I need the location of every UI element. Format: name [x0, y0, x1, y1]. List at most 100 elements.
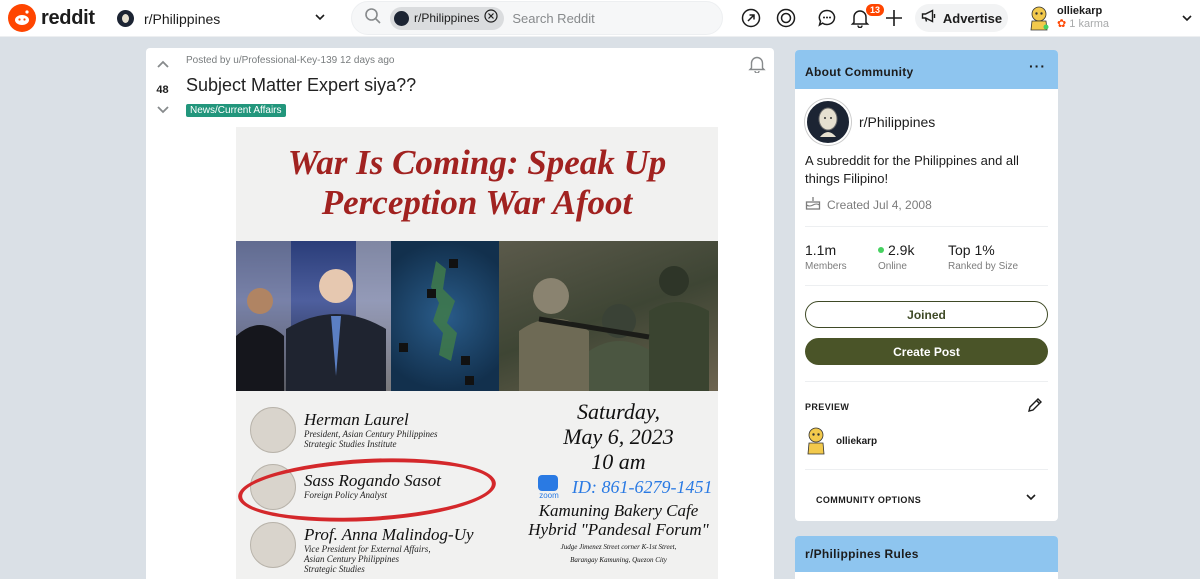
members-label: Members [805, 261, 847, 272]
speaker-role: Strategic Studies Institute [304, 439, 397, 449]
speaker-name: Prof. Anna Malindog-Uy [304, 525, 474, 544]
community-dropdown-label: r/Philippines [144, 10, 221, 27]
divider [805, 469, 1048, 470]
search-chip-label: r/Philippines [414, 11, 480, 25]
poster-venue: Kamuning Bakery Cafe Hybrid "Pandesal Fo… [526, 501, 711, 565]
chevron-down-icon [1024, 490, 1038, 509]
speaker-role: President, Asian Century Philippines [304, 429, 438, 439]
rules-header: r/Philippines Rules [795, 536, 1058, 572]
search-bar[interactable]: r/Philippines Search Reddit [351, 1, 723, 35]
user-karma-text: 1 karma [1069, 18, 1110, 30]
community-dropdown[interactable]: r/Philippines [110, 4, 335, 33]
top-nav-bar: reddit r/Philippines r/Philippines Searc… [0, 0, 1200, 37]
search-community-chip[interactable]: r/Philippines [390, 6, 505, 30]
speaker-role: Strategic Studies [304, 564, 365, 574]
rank-stat: Top 1% Ranked by Size [948, 242, 1018, 272]
cake-icon [805, 196, 821, 213]
poster-speaker-3: Prof. Anna Malindog-Uy Vice President fo… [250, 522, 474, 574]
poster-photo-leaders [236, 241, 391, 391]
chat-icon[interactable] [817, 8, 837, 28]
post-card: 48 Posted by u/Professional-Key-139 12 d… [146, 48, 774, 579]
online-dot-icon [878, 247, 884, 253]
poster-venue-event: Hybrid "Pandesal Forum" [528, 520, 709, 539]
advertise-button[interactable]: Advertise [915, 4, 1008, 32]
speaker-photo [250, 407, 296, 453]
joined-button[interactable]: Joined [805, 301, 1048, 328]
members-value: 1.1m [805, 242, 837, 258]
poster-date: Saturday, May 6, 2023 10 am [526, 399, 711, 474]
poster-zoom-line: zoom ID: 861-6279-1451 [538, 475, 712, 500]
upvote-arrow-icon[interactable] [155, 58, 171, 79]
poster-headline: War Is Coming: Speak Up Perception War A… [236, 143, 718, 223]
create-post-plus-icon[interactable] [884, 8, 904, 28]
poster-headline-line-2: Perception War Afoot [321, 183, 633, 222]
poster-venue-address: Judge Jimenez Street corner K-1st Street… [560, 543, 677, 551]
rank-label: Ranked by Size [948, 261, 1019, 272]
about-community-header: About Community ··· [795, 50, 1058, 89]
poster-venue-name: Kamuning Bakery Cafe [538, 501, 699, 520]
online-label: Online [878, 261, 907, 272]
poster-date-time: 10 am [591, 449, 646, 474]
post-flair[interactable]: News/Current Affairs [186, 104, 286, 117]
community-identity[interactable]: r/Philippines [805, 99, 935, 145]
members-stat: 1.1m Members [805, 242, 847, 272]
divider [805, 381, 1048, 382]
downvote-arrow-icon[interactable] [155, 101, 171, 122]
community-created-date: Created Jul 4, 2008 [827, 197, 932, 212]
chevron-down-icon [313, 10, 327, 29]
zoom-camera-icon: zoom [538, 475, 560, 500]
user-name: olliekarp [1057, 5, 1103, 17]
popular-arrow-icon[interactable] [741, 8, 761, 28]
karma-flower-icon: ✿ [1057, 18, 1067, 30]
notification-count-badge: 13 [865, 3, 886, 17]
user-avatar [1028, 5, 1050, 31]
megaphone-icon [921, 8, 937, 28]
post-meta: Posted by u/Professional-Key-139 12 days… [186, 55, 395, 66]
rank-value: Top 1% [948, 242, 995, 258]
reddit-wordmark: reddit [41, 6, 95, 29]
community-avatar [805, 99, 851, 145]
online-value: 2.9k [888, 242, 915, 258]
preview-label: PREVIEW [805, 402, 850, 412]
poster-zoom-id: ID: 861-6279-1451 [572, 477, 713, 497]
search-input[interactable]: Search Reddit [512, 11, 594, 26]
divider [805, 226, 1048, 227]
reddit-logo-icon [8, 4, 36, 32]
community-icon [394, 10, 409, 26]
community-created: Created Jul 4, 2008 [805, 196, 932, 213]
speaker-role: Asian Century Philippines [304, 554, 399, 564]
online-stat: 2.9k Online [878, 242, 914, 272]
clear-chip-icon[interactable] [484, 8, 498, 28]
community-options-toggle[interactable]: COMMUNITY OPTIONS [816, 490, 1038, 509]
coins-icon[interactable] [776, 8, 796, 28]
poster-photo-collage [236, 241, 718, 391]
zoom-label: zoom [539, 491, 559, 500]
community-icon [117, 10, 134, 27]
preview-user: olliekarp [805, 425, 877, 458]
community-rules-card: r/Philippines Rules [795, 536, 1058, 579]
poster-speaker-1: Herman Laurel President, Asian Century P… [250, 407, 438, 453]
divider [805, 285, 1048, 286]
community-description: A subreddit for the Philippines and all … [805, 153, 1019, 186]
community-name: r/Philippines [859, 114, 936, 130]
speaker-photo [250, 522, 296, 568]
post-image[interactable]: War Is Coming: Speak Up Perception War A… [236, 127, 718, 579]
about-community-title: About Community [805, 65, 914, 79]
user-karma: ✿ 1 karma [1057, 18, 1109, 31]
vote-column: 48 [146, 48, 179, 122]
speaker-role: Vice President for External Affairs, [304, 544, 431, 554]
pencil-edit-icon[interactable] [1026, 396, 1044, 419]
more-options-icon[interactable]: ··· [1029, 58, 1046, 74]
create-post-button[interactable]: Create Post [805, 338, 1048, 365]
poster-venue-address: Barangay Kamuning, Quezon City [570, 556, 667, 564]
about-community-card: About Community ··· r/Philippines A subr… [795, 50, 1058, 521]
reddit-home-link[interactable]: reddit [8, 4, 95, 32]
poster-headline-line-1: War Is Coming: Speak Up [287, 143, 667, 182]
poster-photo-soldiers [499, 241, 718, 391]
post-title[interactable]: Subject Matter Expert siya?? [186, 75, 416, 96]
community-options-label: COMMUNITY OPTIONS [816, 494, 922, 505]
follow-post-bell-icon[interactable] [748, 55, 766, 78]
user-menu[interactable]: olliekarp ✿ 1 karma [1028, 2, 1196, 34]
speaker-name: Herman Laurel [304, 410, 409, 429]
advertise-label: Advertise [942, 10, 1003, 26]
